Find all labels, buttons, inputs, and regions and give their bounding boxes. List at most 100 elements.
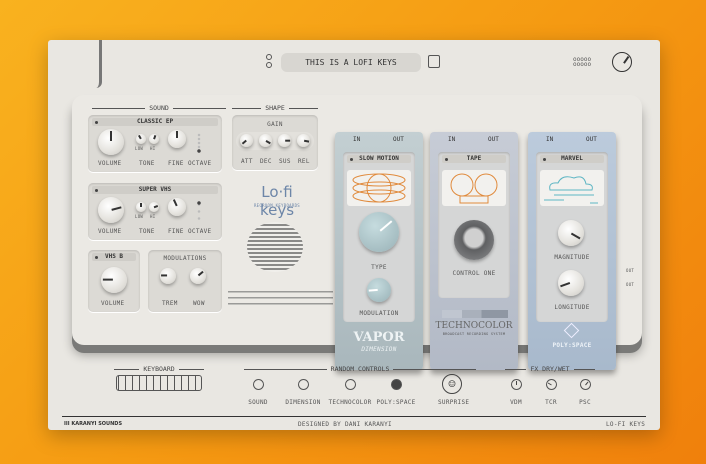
rel-label: REL <box>298 158 310 165</box>
designer-credit: DESIGNED BY DANI KARANYI <box>298 421 392 428</box>
octave-selector[interactable] <box>197 133 201 153</box>
vent-lines <box>228 291 333 306</box>
polyspace-pedal: IN OUT MARVEL MAGNITUDE LONGITUDE POLY:S… <box>528 132 616 370</box>
vapor-logo: VAPOR <box>353 330 405 345</box>
shape-module: GAIN ATT DEC SUS REL <box>232 115 318 170</box>
keyboard-icon[interactable] <box>116 375 202 391</box>
speaker-grille <box>247 222 303 272</box>
classic-ep-module: CLASSIC EP LOW HI VOLUME TONE FINE OCTAV… <box>88 115 222 172</box>
random-sound-button[interactable] <box>253 379 264 390</box>
modulations-title: MODULATIONS <box>163 255 207 262</box>
technocolor-stripes <box>442 310 508 318</box>
module-title: CLASSIC EP <box>92 118 218 126</box>
fx-label: VDM <box>510 399 522 406</box>
sus-knob[interactable] <box>278 134 291 147</box>
pedal-title: MARVEL <box>540 155 604 163</box>
trem-knob[interactable] <box>160 268 176 284</box>
tone-hi-knob[interactable] <box>149 202 159 212</box>
super-vhs-module: SUPER VHS LOW HI VOLUME TONE FINE OCTAVE <box>88 183 222 240</box>
module-title: SUPER VHS <box>92 186 218 194</box>
fx-label: TCR <box>545 399 557 406</box>
pedal-title: TAPE <box>442 155 506 163</box>
volume-label: VOLUME <box>101 300 125 307</box>
volume-label: VOLUME <box>98 228 122 235</box>
vdm-dry-wet-knob[interactable] <box>511 379 522 390</box>
control-one-knob[interactable] <box>454 220 494 260</box>
random-technocolor-button[interactable] <box>345 379 356 390</box>
wow-knob[interactable] <box>190 268 206 284</box>
random-label: POLY:SPACE <box>376 399 416 406</box>
trem-label: TREM <box>162 300 178 307</box>
volume-knob[interactable] <box>98 129 124 155</box>
magnitude-knob[interactable] <box>558 220 584 246</box>
vapor-dimension-pedal: IN OUT SLOW MOTION TYPE MODULATION VAPOR… <box>335 132 423 370</box>
out-label: OUT <box>393 136 404 143</box>
in-label: IN <box>353 136 361 143</box>
shape-header: SHAPE <box>232 104 318 112</box>
product-name: LO-FI KEYS <box>606 421 646 428</box>
out-label: OUT <box>586 136 597 143</box>
in-label: IN <box>448 136 456 143</box>
random-label: SOUND <box>248 399 268 406</box>
keyboard-header: KEYBOARD <box>114 365 204 373</box>
type-label: TYPE <box>371 264 387 271</box>
slow-motion-display <box>347 170 411 206</box>
modulation-knob[interactable] <box>367 278 391 302</box>
save-icon[interactable] <box>428 55 440 68</box>
tone-low-knob[interactable] <box>136 202 146 212</box>
hi-label: HI <box>150 146 156 151</box>
wow-label: WOW <box>193 300 205 307</box>
type-knob[interactable] <box>359 212 399 252</box>
karanyi-sounds-logo: III KARANYI SOUNDS <box>64 421 123 427</box>
modulation-label: MODULATION <box>359 310 399 317</box>
random-dimension-button[interactable] <box>298 379 309 390</box>
gain-label: GAIN <box>267 121 283 128</box>
random-label: DIMENSION <box>285 399 321 406</box>
magnitude-label: MAGNITUDE <box>554 254 590 261</box>
technocolor-pedal: IN OUT TAPE CONTROL ONE TECHNOCOLOR BROA… <box>430 132 518 370</box>
hi-label: HI <box>150 214 156 219</box>
plugin-panel: POWER THIS IS A LOFI KEYS oooooooooo SOU… <box>48 40 660 430</box>
rel-knob[interactable] <box>297 134 310 147</box>
att-label: ATT <box>241 158 253 165</box>
surprise-button[interactable]: ☺ <box>442 374 462 394</box>
random-label: TECHNOCOLOR <box>328 399 372 406</box>
dec-label: DEC <box>260 158 272 165</box>
preset-display[interactable]: THIS IS A LOFI KEYS <box>281 53 421 72</box>
longitude-knob[interactable] <box>558 270 584 296</box>
volume-knob[interactable] <box>101 267 127 293</box>
lofi-keys-logo: Lo·fi keys <box>259 183 295 219</box>
out-jack-2: OUT <box>626 282 635 287</box>
psc-dry-wet-knob[interactable] <box>580 379 591 390</box>
octave-label: OCTAVE <box>188 160 212 167</box>
tone-low-knob[interactable] <box>136 134 146 144</box>
octave-selector[interactable] <box>197 201 201 221</box>
low-label: LOW <box>135 214 144 219</box>
sound-header: SOUND <box>92 104 226 112</box>
master-dial-icon[interactable] <box>612 52 632 72</box>
att-knob[interactable] <box>240 134 253 147</box>
keyboard-grid-icon[interactable]: ooooo ooooo <box>573 57 591 68</box>
power-cable <box>96 40 102 88</box>
polyspace-logo-icon <box>563 322 580 339</box>
marvel-display <box>540 170 604 206</box>
random-polyspace-button[interactable] <box>391 379 402 390</box>
octave-label: OCTAVE <box>188 228 212 235</box>
in-label: IN <box>546 136 554 143</box>
volume-knob[interactable] <box>98 197 124 223</box>
preset-arrows[interactable] <box>266 54 272 70</box>
dimension-logo: DIMENSION <box>361 346 397 353</box>
footer-divider <box>62 416 646 417</box>
dec-knob[interactable] <box>259 134 272 147</box>
logo-subtitle: RECROOM KEYBOARDS <box>253 203 301 208</box>
tone-hi-knob[interactable] <box>149 134 159 144</box>
polyspace-logo: POLY:SPACE <box>552 342 592 349</box>
tone-label: TONE <box>139 228 155 235</box>
fine-knob[interactable] <box>168 198 186 216</box>
out-label: OUT <box>488 136 499 143</box>
control-one-label: CONTROL ONE <box>452 270 496 277</box>
tcr-dry-wet-knob[interactable] <box>546 379 557 390</box>
fine-knob[interactable] <box>168 130 186 148</box>
fx-label: PSC <box>579 399 591 406</box>
fine-label: FINE <box>168 228 184 235</box>
